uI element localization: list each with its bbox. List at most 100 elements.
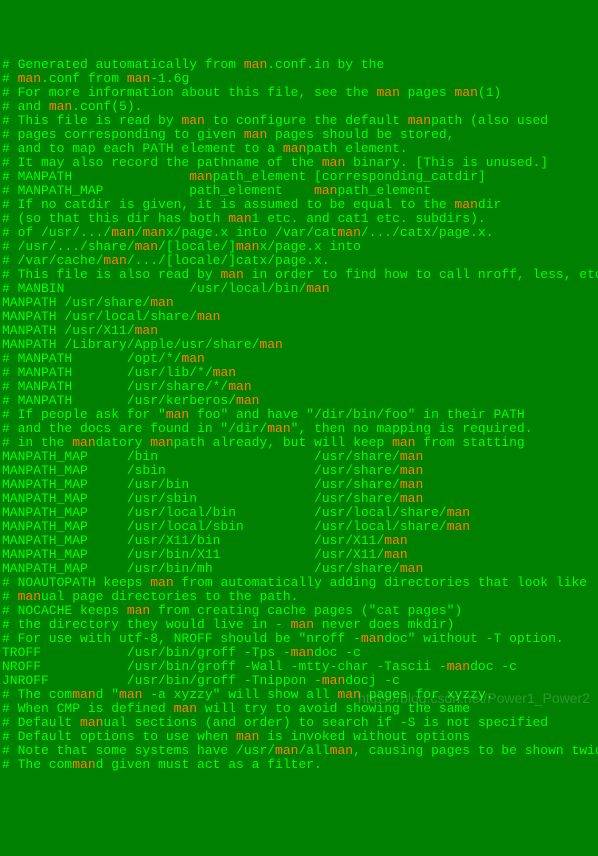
code-line: MANPATH /usr/share/man [2, 296, 596, 310]
code-line: # If people ask for "man foo" and have "… [2, 408, 596, 422]
highlight-man: man [447, 505, 470, 520]
highlight-man: man [322, 673, 345, 688]
code-line: # and to map each PATH element to a manp… [2, 142, 596, 156]
code-line: # MANPATH_MAP path_element manpath_eleme… [2, 184, 596, 198]
highlight-man: man [18, 71, 41, 86]
highlight-man: man [384, 533, 407, 548]
code-line: # pages corresponding to given man pages… [2, 128, 596, 142]
code-line: MANPATH_MAP /usr/X11/bin /usr/X11/man [2, 534, 596, 548]
highlight-man: man [236, 239, 259, 254]
highlight-man: man [72, 687, 95, 702]
code-line: # It may also record the pathname of the… [2, 156, 596, 170]
highlight-man: man [384, 547, 407, 562]
code-block: # Generated automatically from man.conf.… [2, 58, 596, 772]
code-line: # manual page directories to the path. [2, 590, 596, 604]
highlight-man: man [337, 225, 360, 240]
highlight-man: man [150, 295, 173, 310]
highlight-man: man [291, 645, 314, 660]
code-line: # This file is read by man to configure … [2, 114, 596, 128]
code-line: # and man.conf(5). [2, 100, 596, 114]
highlight-man: man [150, 575, 173, 590]
code-line: # man.conf from man-1.6g [2, 72, 596, 86]
highlight-man: man [142, 225, 165, 240]
code-line: MANPATH_MAP /usr/bin /usr/share/man [2, 478, 596, 492]
code-line: # Generated automatically from man.conf.… [2, 58, 596, 72]
highlight-man: man [400, 491, 423, 506]
code-line: MANPATH_MAP /sbin /usr/share/man [2, 464, 596, 478]
highlight-man: man [447, 519, 470, 534]
code-line: # of /usr/.../man/manx/page.x into /var/… [2, 226, 596, 240]
code-line: MANPATH /usr/local/share/man [2, 310, 596, 324]
code-line: MANPATH_MAP /usr/local/sbin /usr/local/s… [2, 520, 596, 534]
code-line: JNROFF /usr/bin/groff -Tnippon -mandocj … [2, 674, 596, 688]
highlight-man: man [135, 323, 158, 338]
highlight-man: man [228, 379, 251, 394]
highlight-man: man [127, 603, 150, 618]
highlight-man: man [392, 435, 415, 450]
highlight-man: man [259, 337, 282, 352]
highlight-man: man [376, 85, 399, 100]
highlight-man: man [18, 589, 41, 604]
highlight-man: man [103, 253, 126, 268]
highlight-man: man [166, 407, 189, 422]
highlight-man: man [400, 463, 423, 478]
code-line: # NOCACHE keeps man from creating cache … [2, 604, 596, 618]
code-line: # When CMP is defined man will try to av… [2, 702, 596, 716]
code-line: # /usr/.../share/man/[locale/]manx/page.… [2, 240, 596, 254]
code-line: TROFF /usr/bin/groff -Tps -mandoc -c [2, 646, 596, 660]
highlight-man: man [127, 71, 150, 86]
highlight-man: man [400, 449, 423, 464]
highlight-man: man [236, 393, 259, 408]
code-line: # Default manual sections (and order) to… [2, 716, 596, 730]
code-line: # NOAUTOPATH keeps man from automaticall… [2, 576, 596, 590]
code-line: MANPATH /Library/Apple/usr/share/man [2, 338, 596, 352]
highlight-man: man [111, 225, 134, 240]
code-line: # MANPATH /usr/share/*/man [2, 380, 596, 394]
highlight-man: man [400, 561, 423, 576]
highlight-man: man [337, 687, 360, 702]
code-line: MANPATH_MAP /usr/bin/mh /usr/share/man [2, 562, 596, 576]
highlight-man: man [197, 309, 220, 324]
highlight-man: man [135, 239, 158, 254]
code-line: # MANPATH /usr/lib/*/man [2, 366, 596, 380]
highlight-man: man [72, 435, 95, 450]
highlight-man: man [322, 155, 345, 170]
highlight-man: man [283, 141, 306, 156]
code-line: # MANPATH /usr/kerberos/man [2, 394, 596, 408]
highlight-man: man [306, 281, 329, 296]
code-line: # If no catdir is given, it is assumed t… [2, 198, 596, 212]
code-line: # For use with utf-8, NROFF should be "n… [2, 632, 596, 646]
code-line: # This file is also read by man in order… [2, 268, 596, 282]
highlight-man: man [330, 743, 353, 758]
code-line: NROFF /usr/bin/groff -Wall -mtty-char -T… [2, 660, 596, 674]
code-line: MANPATH_MAP /bin /usr/share/man [2, 450, 596, 464]
highlight-man: man [189, 169, 212, 184]
highlight-man: man [213, 365, 236, 380]
highlight-man: man [244, 57, 267, 72]
highlight-man: man [220, 267, 243, 282]
code-line: # The command given must act as a filter… [2, 758, 596, 772]
highlight-man: man [236, 729, 259, 744]
code-line: MANPATH /usr/X11/man [2, 324, 596, 338]
code-line: MANPATH_MAP /usr/bin/X11 /usr/X11/man [2, 548, 596, 562]
highlight-man: man [454, 85, 477, 100]
highlight-man: man [408, 113, 431, 128]
code-line: MANPATH_MAP /usr/sbin /usr/share/man [2, 492, 596, 506]
highlight-man: man [291, 617, 314, 632]
highlight-man: man [181, 351, 204, 366]
highlight-man: man [267, 421, 290, 436]
code-line: # in the mandatory manpath already, but … [2, 436, 596, 450]
highlight-man: man [454, 197, 477, 212]
code-line: # and the docs are found in "/dir/man", … [2, 422, 596, 436]
code-line: # MANPATH manpath_element [corresponding… [2, 170, 596, 184]
code-line: # The command "man -a xyzzy" will show a… [2, 688, 596, 702]
highlight-man: man [49, 99, 72, 114]
code-line: # Default options to use when man is inv… [2, 730, 596, 744]
code-line: # (so that this dir has both man1 etc. a… [2, 212, 596, 226]
highlight-man: man [174, 701, 197, 716]
highlight-man: man [119, 687, 142, 702]
code-line: # Note that some systems have /usr/man/a… [2, 744, 596, 758]
highlight-man: man [150, 435, 173, 450]
code-line: # /var/cache/man/.../[locale/]catx/page.… [2, 254, 596, 268]
highlight-man: man [447, 659, 470, 674]
